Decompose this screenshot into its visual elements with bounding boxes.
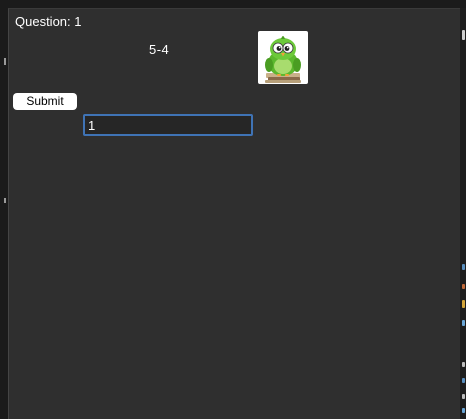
edge-mark: [462, 284, 465, 289]
mascot-image: [258, 31, 308, 84]
green-bird-icon: [265, 36, 301, 83]
edge-mark: [462, 362, 465, 367]
edge-mark: [462, 394, 465, 399]
edge-mark: [4, 198, 6, 203]
edge-mark: [462, 30, 465, 40]
edge-mark: [4, 58, 6, 65]
problem-text: 5-4: [149, 42, 170, 57]
edge-mark: [462, 408, 465, 413]
question-number-label: Question: 1: [15, 14, 82, 29]
edge-mark: [462, 300, 465, 308]
quiz-window: Question: 1 5-4 Submit 1: [8, 8, 460, 419]
edge-mark: [462, 320, 465, 326]
left-window-edge: [0, 0, 8, 419]
answer-input[interactable]: [83, 114, 253, 136]
submit-button[interactable]: Submit: [13, 93, 77, 110]
right-window-edge: [460, 8, 466, 419]
edge-mark: [462, 264, 465, 270]
edge-mark: [462, 378, 465, 383]
